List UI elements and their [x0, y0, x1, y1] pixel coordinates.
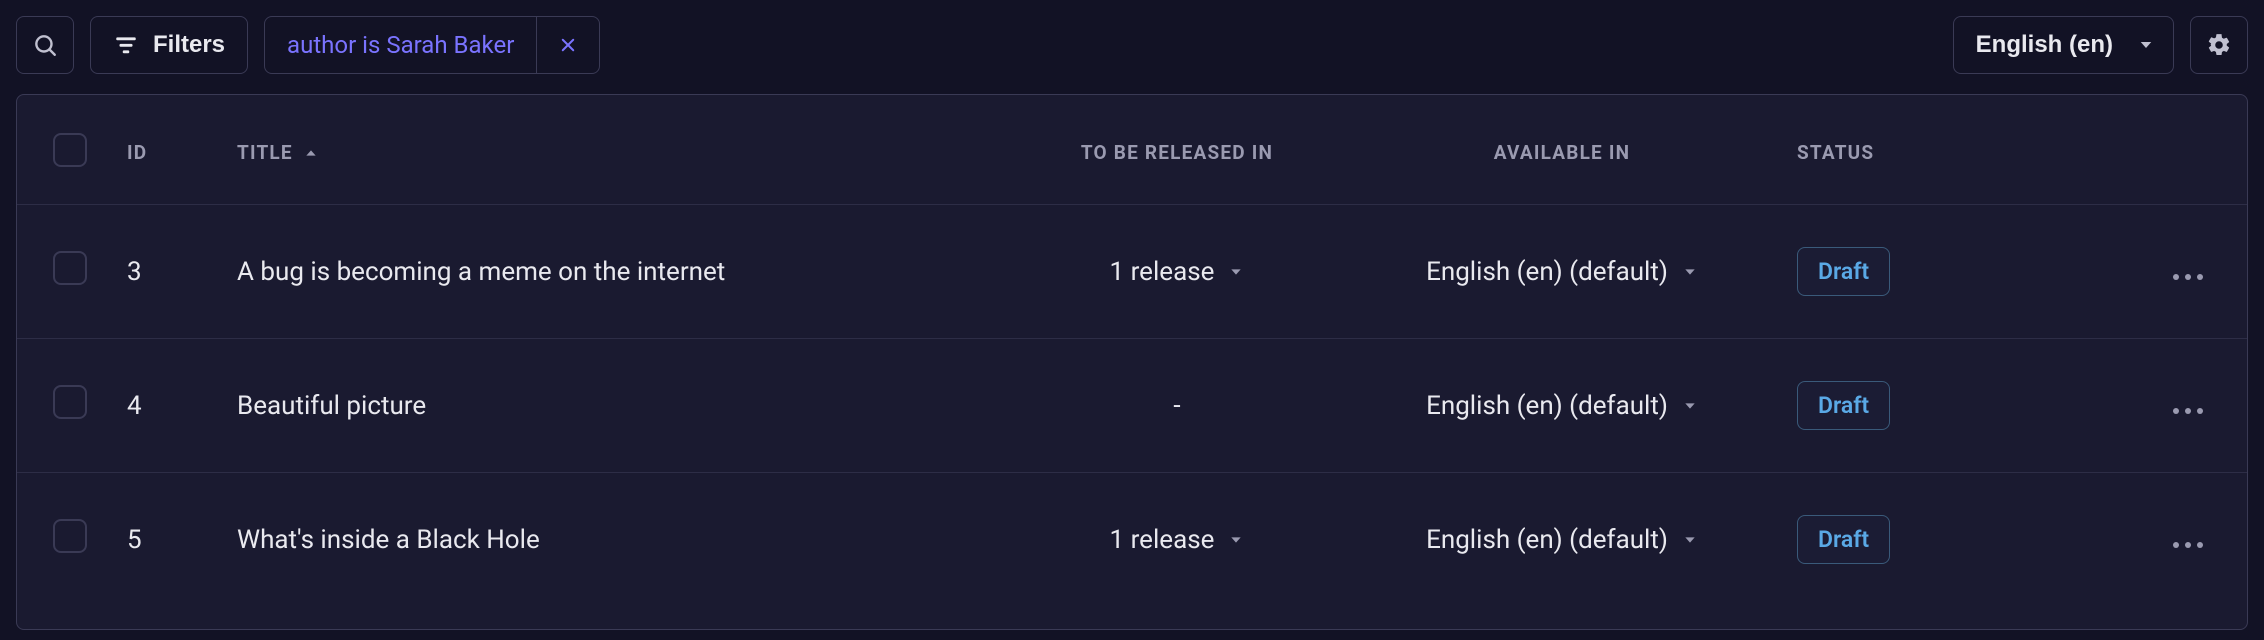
caret-down-icon — [1682, 532, 1698, 548]
locale-select[interactable]: English (en) — [1953, 16, 2174, 74]
row-actions-button[interactable] — [2173, 274, 2203, 280]
row-checkbox[interactable] — [53, 385, 87, 419]
col-title-label: TITLE — [237, 141, 293, 164]
content-table: ID TITLE TO BE RELEASED IN AVAILABLE IN … — [17, 95, 2247, 606]
col-id-header[interactable]: ID — [107, 95, 217, 205]
caret-down-icon — [1682, 398, 1698, 414]
table-header-row: ID TITLE TO BE RELEASED IN AVAILABLE IN … — [17, 95, 2247, 205]
row-title: Beautiful picture — [217, 339, 1007, 473]
col-release-header[interactable]: TO BE RELEASED IN — [1007, 95, 1347, 205]
caret-down-icon — [1228, 532, 1244, 548]
row-checkbox[interactable] — [53, 519, 87, 553]
locale-select-row[interactable]: English (en) (default) — [1426, 257, 1698, 287]
filters-button[interactable]: Filters — [90, 16, 248, 74]
gear-icon — [2206, 32, 2232, 58]
filter-icon — [113, 32, 139, 58]
col-available-header[interactable]: AVAILABLE IN — [1347, 95, 1777, 205]
release-text: 1 release — [1110, 257, 1215, 287]
close-icon — [559, 36, 577, 54]
release-text: - — [1173, 391, 1180, 421]
table-row[interactable]: 4 Beautiful picture - English (en) (defa… — [17, 339, 2247, 473]
status-badge: Draft — [1797, 247, 1890, 296]
sort-asc-icon — [303, 145, 319, 161]
release-select[interactable]: 1 release — [1110, 257, 1245, 287]
row-id: 5 — [107, 473, 217, 607]
locale-select-row[interactable]: English (en) (default) — [1426, 525, 1698, 555]
row-id: 3 — [107, 205, 217, 339]
release-select: - — [1173, 391, 1180, 421]
release-text: 1 release — [1110, 525, 1215, 555]
locale-label: English (en) — [1976, 31, 2113, 59]
row-actions-button[interactable] — [2173, 542, 2203, 548]
toolbar: Filters author is Sarah Baker English (e… — [16, 16, 2248, 74]
table-row[interactable]: 3 A bug is becoming a meme on the intern… — [17, 205, 2247, 339]
table-panel: ID TITLE TO BE RELEASED IN AVAILABLE IN … — [16, 94, 2248, 630]
table-row[interactable]: 5 What's inside a Black Hole 1 release E… — [17, 473, 2247, 607]
col-status-header[interactable]: STATUS — [1777, 95, 2037, 205]
caret-down-icon — [1228, 264, 1244, 280]
release-select[interactable]: 1 release — [1110, 525, 1245, 555]
locale-select-row[interactable]: English (en) (default) — [1426, 391, 1698, 421]
filters-label: Filters — [153, 31, 225, 59]
available-text: English (en) (default) — [1426, 391, 1668, 421]
search-icon — [32, 32, 58, 58]
available-text: English (en) (default) — [1426, 525, 1668, 555]
select-all-checkbox[interactable] — [53, 133, 87, 167]
active-filter-chip[interactable]: author is Sarah Baker — [264, 16, 600, 74]
search-button[interactable] — [16, 16, 74, 74]
row-checkbox[interactable] — [53, 251, 87, 285]
row-actions-button[interactable] — [2173, 408, 2203, 414]
remove-filter-button[interactable] — [536, 17, 577, 73]
caret-down-icon — [1682, 264, 1698, 280]
row-title: A bug is becoming a meme on the internet — [217, 205, 1007, 339]
settings-button[interactable] — [2190, 16, 2248, 74]
caret-down-icon — [2137, 36, 2155, 54]
row-title: What's inside a Black Hole — [217, 473, 1007, 607]
available-text: English (en) (default) — [1426, 257, 1668, 287]
col-title-header[interactable]: TITLE — [237, 141, 319, 164]
status-badge: Draft — [1797, 381, 1890, 430]
status-badge: Draft — [1797, 515, 1890, 564]
row-id: 4 — [107, 339, 217, 473]
active-filter-text: author is Sarah Baker — [287, 31, 514, 59]
